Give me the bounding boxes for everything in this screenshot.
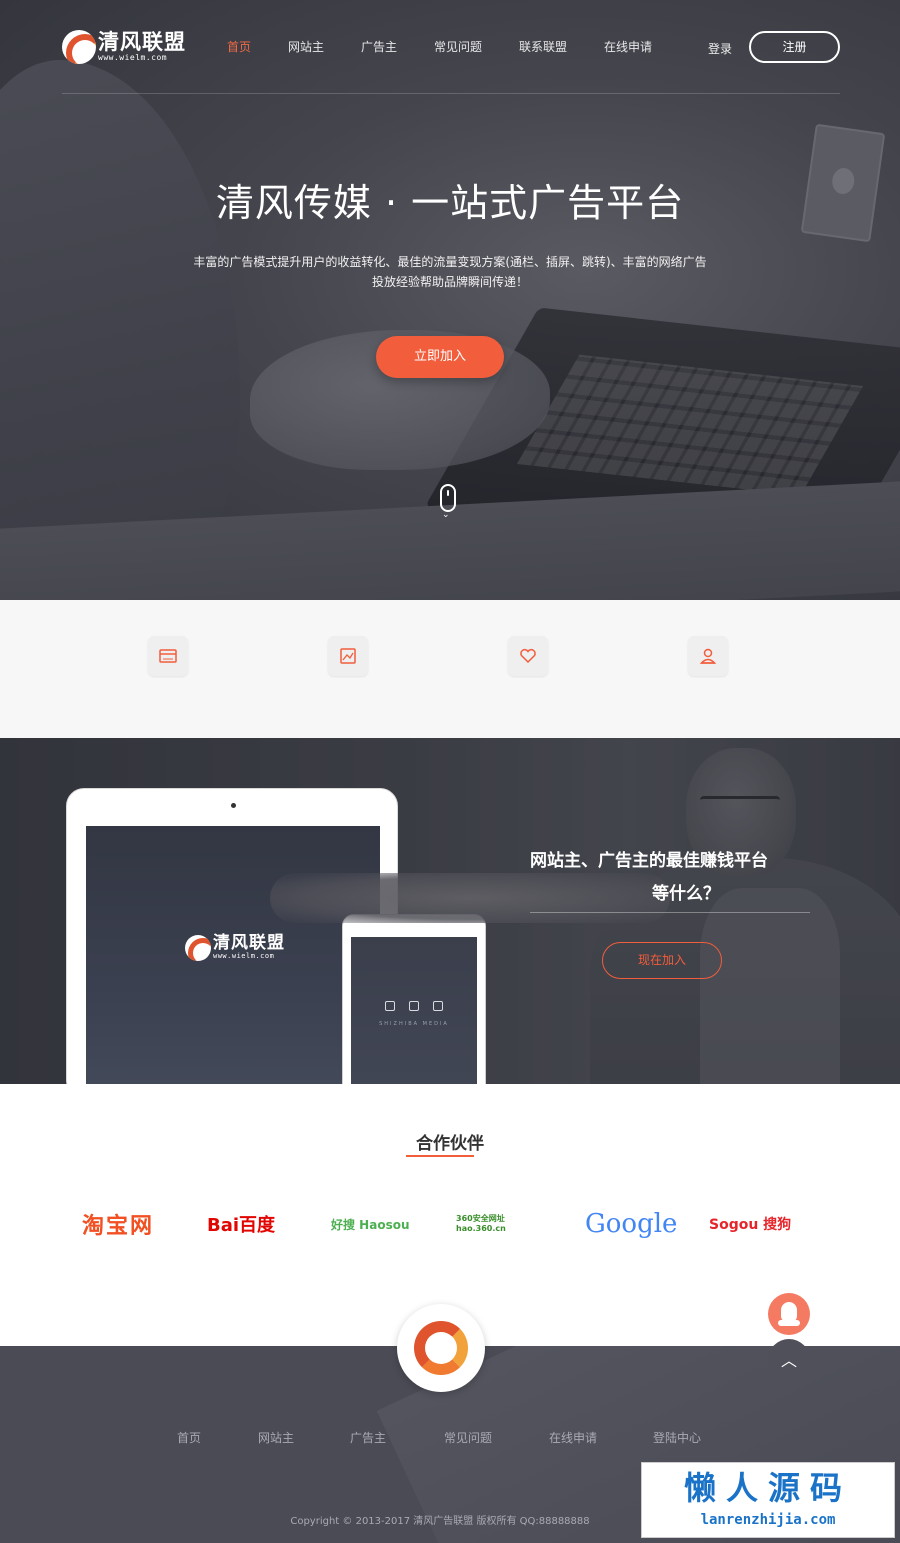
main-nav: 首页 网站主 广告主 常见问题 联系联盟 在线申请	[227, 38, 674, 55]
heart-icon[interactable]	[508, 636, 548, 676]
tablet-icon	[409, 1001, 419, 1011]
partner-logo-sogou[interactable]: Sogou 搜狗	[709, 1204, 791, 1244]
hero-description-line1: 丰富的广告模式提升用户的收益转化、最佳的流量变现方案(通栏、插屏、跳转)、丰富的…	[193, 255, 707, 269]
partner-google-text: Google	[585, 1209, 678, 1239]
logo-text: 清风联盟 www.wielm.com	[98, 31, 186, 63]
monitor-icon	[385, 1001, 395, 1011]
register-button[interactable]: 注册	[749, 31, 840, 63]
footer-nav-login-center[interactable]: 登陆中心	[653, 1429, 701, 1446]
phone-screen: SHIZHIBA MEDIA	[351, 937, 477, 1084]
partner-taobao-text: 淘宝网	[82, 1214, 155, 1239]
footer-nav-faq[interactable]: 常见问题	[444, 1429, 492, 1446]
partner-logo-taobao[interactable]: 淘宝网	[82, 1204, 154, 1244]
watermark-url: lanrenzhijia.com	[700, 1512, 836, 1528]
nav-item-contact[interactable]: 联系联盟	[519, 38, 604, 55]
brand-logo[interactable]: 清风联盟 www.wielm.com	[62, 30, 186, 64]
join-now-button[interactable]: 立即加入	[376, 336, 504, 378]
promo-subheadline: 等什么？	[652, 884, 720, 904]
partner-360-text: 360安全网址 hao.360.cn	[456, 1214, 506, 1233]
hero-section: 清风联盟 www.wielm.com 首页 网站主 广告主 常见问题 联系联盟 …	[0, 0, 900, 600]
footer-nav-webmaster[interactable]: 网站主	[258, 1429, 294, 1446]
phone-device-icons	[385, 1001, 443, 1011]
hero-title: 清风传媒 · 一站式广告平台	[215, 181, 685, 225]
partner-logo-baidu[interactable]: Bai百度	[207, 1204, 275, 1244]
scroll-mouse-icon[interactable]	[440, 484, 456, 512]
features-section	[0, 600, 900, 738]
tablet-logo-url: www.wielm.com	[213, 952, 275, 960]
nav-item-advertiser[interactable]: 广告主	[361, 38, 434, 55]
partner-haosou-text: 好搜 Haosou	[331, 1217, 410, 1232]
back-to-top-icon[interactable]: ︿	[768, 1339, 810, 1381]
nav-item-home[interactable]: 首页	[227, 38, 288, 55]
watermark-title: 懒人源码	[683, 1469, 852, 1507]
qq-chat-icon[interactable]	[768, 1293, 810, 1335]
partner-baidu-text: Bai百度	[207, 1215, 276, 1236]
user-icon[interactable]	[688, 636, 728, 676]
scroll-down-icon[interactable]: ⌄	[442, 510, 450, 520]
footer-nav-advertiser[interactable]: 广告主	[350, 1429, 386, 1446]
login-link[interactable]: 登录	[708, 40, 732, 57]
promo-blur-mask	[270, 873, 670, 923]
window-icon[interactable]	[148, 636, 188, 676]
partners-title: 合作伙伴	[416, 1134, 484, 1154]
phone-tagline: SHIZHIBA MEDIA	[379, 1021, 449, 1027]
image-icon[interactable]	[328, 636, 368, 676]
partner-logo-google[interactable]: Google	[585, 1204, 677, 1244]
phone-icon	[433, 1001, 443, 1011]
tablet-logo: 清风联盟 www.wielm.com	[185, 934, 285, 961]
tablet-logo-text: 清风联盟 www.wielm.com	[213, 934, 285, 961]
partner-sogou-text: Sogou 搜狗	[709, 1217, 792, 1233]
footer-nav-apply[interactable]: 在线申请	[549, 1429, 597, 1446]
logo-swirl-icon	[185, 934, 211, 961]
tablet-screen: 清风联盟 www.wielm.com	[86, 826, 380, 1084]
hero-description-line2: 投放经验帮助品牌瞬间传递！	[371, 275, 528, 289]
top-navigation-bar: 清风联盟 www.wielm.com 首页 网站主 广告主 常见问题 联系联盟 …	[62, 26, 840, 94]
join-now-outline-button[interactable]: 现在加入	[602, 942, 722, 979]
watermark-badge: 懒人源码 lanrenzhijia.com	[641, 1462, 895, 1538]
logo-url: www.wielm.com	[98, 53, 168, 62]
promo-divider	[530, 912, 810, 913]
promo-section: 清风联盟 www.wielm.com SHIZHIBA MEDIA 网站主、广告…	[0, 738, 900, 1084]
nav-item-apply[interactable]: 在线申请	[604, 38, 674, 55]
tablet-logo-name: 清风联盟	[213, 933, 285, 953]
tablet-camera	[231, 803, 236, 808]
logo-swirl-icon	[62, 30, 96, 64]
footer-logo-icon[interactable]	[397, 1304, 485, 1392]
partner-logo-360[interactable]: 360安全网址 hao.360.cn	[456, 1204, 556, 1244]
partner-logo-haosou[interactable]: 好搜 Haosou	[331, 1204, 410, 1244]
phone-mockup: SHIZHIBA MEDIA	[342, 914, 486, 1084]
nav-item-webmaster[interactable]: 网站主	[288, 38, 361, 55]
hero-description: 丰富的广告模式提升用户的收益转化、最佳的流量变现方案(通栏、插屏、跳转)、丰富的…	[160, 252, 740, 292]
footer-nav-home[interactable]: 首页	[177, 1429, 201, 1446]
promo-headline: 网站主、广告主的最佳赚钱平台	[530, 851, 768, 871]
nav-item-faq[interactable]: 常见问题	[434, 38, 519, 55]
logo-name: 清风联盟	[98, 30, 186, 54]
partners-title-underline	[406, 1155, 474, 1157]
